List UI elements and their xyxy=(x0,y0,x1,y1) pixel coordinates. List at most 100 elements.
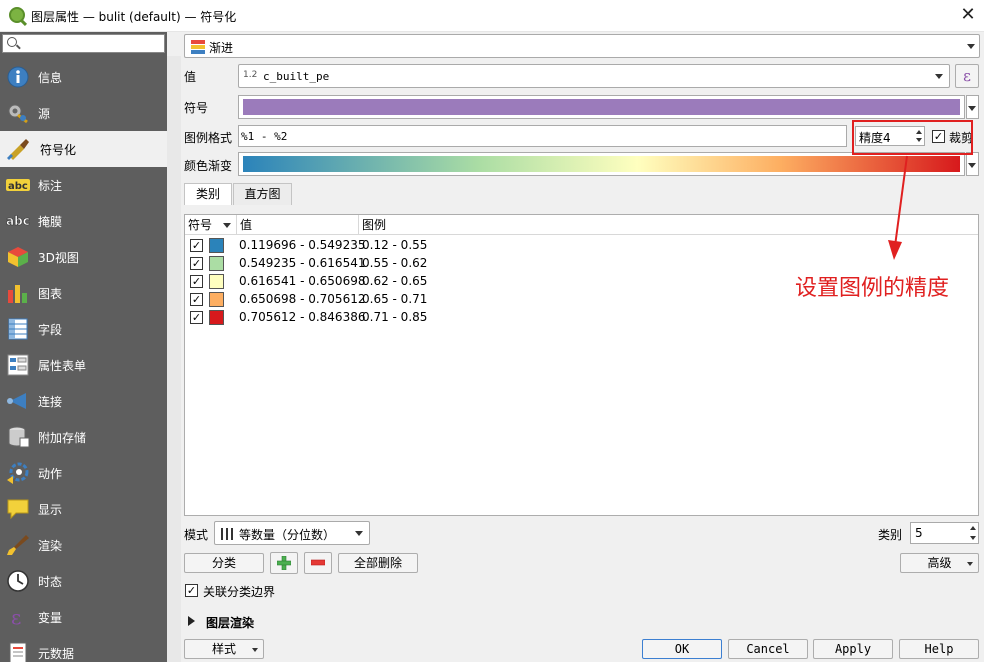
sidebar-item-actions[interactable]: 动作 xyxy=(0,455,167,491)
add-class-button[interactable] xyxy=(270,552,298,574)
column-header-symbol[interactable]: 符号 xyxy=(185,215,237,235)
chevron-down-icon xyxy=(355,531,363,536)
class-visible-checkbox[interactable]: ✓ xyxy=(190,275,203,288)
graduated-renderer-icon xyxy=(191,40,205,54)
link-boundaries-checkbox[interactable]: ✓ xyxy=(185,584,198,597)
apply-button[interactable]: Apply xyxy=(813,639,893,659)
sidebar-item-diagram[interactable]: 图表 xyxy=(0,275,167,311)
classes-count-spinbox[interactable]: 5 xyxy=(910,522,979,544)
value-label: 值 xyxy=(184,70,197,84)
classify-button[interactable]: 分类 xyxy=(184,553,264,573)
class-symbol-swatch[interactable] xyxy=(209,238,224,253)
sidebar-item-3d[interactable]: 3D视图 xyxy=(0,239,167,275)
sidebar-item-info[interactable]: 信息 xyxy=(0,59,167,95)
title-bar: 图层属性 — bulit (default) — 符号化 ✕ xyxy=(0,0,984,32)
plus-icon xyxy=(276,555,292,571)
sidebar-item-temporal[interactable]: 时态 xyxy=(0,563,167,599)
remove-class-button[interactable] xyxy=(304,552,332,574)
layer-rendering-header[interactable]: 图层渲染 xyxy=(206,614,254,631)
chevron-down-icon xyxy=(967,562,973,566)
color-ramp-button[interactable] xyxy=(238,152,965,176)
spin-up-icon[interactable] xyxy=(970,526,976,530)
chevron-down-icon xyxy=(252,648,258,652)
class-legend: 0.55 - 0.62 xyxy=(362,256,428,270)
class-symbol-swatch[interactable] xyxy=(209,256,224,271)
sidebar-item-auxiliary-storage[interactable]: 附加存储 xyxy=(0,419,167,455)
sidebar-item-metadata[interactable]: 元数据 xyxy=(0,635,167,662)
class-legend: 0.62 - 0.65 xyxy=(362,274,428,288)
sort-chevron-icon xyxy=(223,223,231,228)
class-legend: 0.71 - 0.85 xyxy=(362,310,428,324)
class-symbol-swatch[interactable] xyxy=(209,274,224,289)
sidebar-item-mask[interactable]: abc 掩膜 xyxy=(0,203,167,239)
symbol-menu-button[interactable] xyxy=(966,95,979,119)
sidebar-item-fields[interactable]: 字段 xyxy=(0,311,167,347)
class-visible-checkbox[interactable]: ✓ xyxy=(190,311,203,324)
class-value: 0.650698 - 0.705612 xyxy=(239,292,366,306)
sidebar-splitter[interactable] xyxy=(167,56,181,662)
mode-select[interactable]: 等数量（分位数） xyxy=(214,521,370,545)
symbol-preview xyxy=(243,99,960,115)
sidebar-item-symbology[interactable]: 符号化 xyxy=(0,131,167,167)
sidebar-search-input[interactable] xyxy=(2,34,165,53)
value-field-select[interactable]: 1.2 c_built_pe xyxy=(238,64,950,88)
tab-classes[interactable]: 类别 xyxy=(184,183,232,205)
decimal-field-icon: 1.2 xyxy=(243,70,258,80)
expression-button[interactable]: ε xyxy=(955,64,979,88)
info-icon xyxy=(7,66,29,88)
mode-value: 等数量（分位数） xyxy=(239,528,336,542)
table-header: 符号 值 图例 xyxy=(185,215,978,235)
class-symbol-swatch[interactable] xyxy=(209,310,224,325)
class-value: 0.119696 - 0.549235 xyxy=(239,238,366,252)
table-row[interactable]: ✓ 0.119696 - 0.549235 0.12 - 0.55 xyxy=(185,237,978,255)
sidebar-item-display[interactable]: 显示 xyxy=(0,491,167,527)
joins-icon xyxy=(7,393,26,409)
sidebar-item-joins[interactable]: 连接 xyxy=(0,383,167,419)
expand-arrow-icon[interactable] xyxy=(188,616,195,626)
svg-text:ε: ε xyxy=(11,606,21,628)
minus-icon xyxy=(310,559,326,566)
search-icon xyxy=(7,37,17,47)
sidebar-item-labels[interactable]: abc 标注 xyxy=(0,167,167,203)
annotation-highlight-box xyxy=(852,120,973,155)
table-row[interactable]: ✓ 0.705612 - 0.846386 0.71 - 0.85 xyxy=(185,309,978,327)
spin-down-icon[interactable] xyxy=(970,536,976,540)
close-icon[interactable]: ✕ xyxy=(958,4,978,26)
sidebar-item-rendering[interactable]: 渲染 xyxy=(0,527,167,563)
chevron-down-icon xyxy=(968,163,976,168)
cancel-button[interactable]: Cancel xyxy=(728,639,808,659)
color-ramp-label: 颜色渐变 xyxy=(184,159,233,173)
tab-histogram[interactable]: 直方图 xyxy=(233,183,292,205)
link-boundaries-label: 关联分类边界 xyxy=(203,585,276,599)
class-visible-checkbox[interactable]: ✓ xyxy=(190,293,203,306)
value-field-name: c_built_pe xyxy=(263,70,330,83)
class-visible-checkbox[interactable]: ✓ xyxy=(190,239,203,252)
ok-button[interactable]: OK xyxy=(642,639,722,659)
symbol-button[interactable] xyxy=(238,95,965,119)
column-header-value[interactable]: 值 xyxy=(237,215,359,235)
class-value: 0.549235 - 0.616541 xyxy=(239,256,366,270)
renderer-type-select[interactable]: 渐进 xyxy=(184,34,980,58)
legend-format-input[interactable]: %1 - %2 xyxy=(238,125,847,147)
legend-format-label: 图例格式 xyxy=(184,131,233,145)
chevron-down-icon xyxy=(935,74,943,79)
search-field[interactable] xyxy=(21,36,161,51)
class-symbol-swatch[interactable] xyxy=(209,292,224,307)
sidebar-item-variables[interactable]: ε 变量 xyxy=(0,599,167,635)
class-visible-checkbox[interactable]: ✓ xyxy=(190,257,203,270)
style-button[interactable]: 样式 xyxy=(184,639,264,659)
class-value: 0.705612 - 0.846386 xyxy=(239,310,366,324)
delete-all-button[interactable]: 全部删除 xyxy=(338,553,418,573)
sidebar-item-attribute-form[interactable]: 属性表单 xyxy=(0,347,167,383)
column-header-legend[interactable]: 图例 xyxy=(359,215,599,235)
sidebar-item-source[interactable]: 源 xyxy=(0,95,167,131)
display-speech-icon xyxy=(7,499,29,520)
advanced-button[interactable]: 高级 xyxy=(900,553,979,573)
auxiliary-storage-icon xyxy=(8,426,30,448)
chevron-down-icon xyxy=(967,44,975,49)
help-button[interactable]: Help xyxy=(899,639,979,659)
color-ramp-menu-button[interactable] xyxy=(966,152,979,176)
classes-count-value: 5 xyxy=(915,526,923,540)
temporal-clock-icon xyxy=(7,570,29,592)
color-ramp-preview xyxy=(243,156,960,172)
